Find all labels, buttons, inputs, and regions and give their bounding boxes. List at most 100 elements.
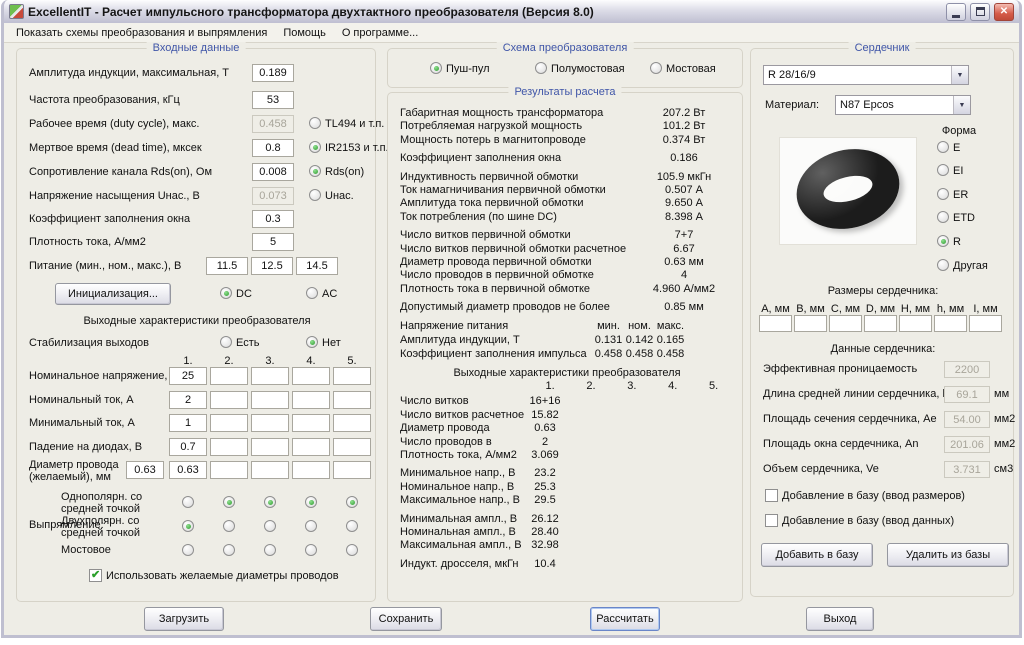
shape-option-radio-icon[interactable] [937, 188, 949, 200]
output-cell-input[interactable] [292, 414, 330, 432]
output-cell-input[interactable] [210, 414, 248, 432]
add-to-db-button[interactable]: Добавить в базу [761, 543, 873, 567]
title-bar[interactable]: ExcellentIT - Расчет импульсного трансфо… [4, 0, 1019, 23]
current-type-option[interactable]: DC [220, 287, 252, 300]
checkbox-icon[interactable] [765, 514, 778, 527]
rectification-option[interactable] [182, 496, 194, 509]
rectification-radio-icon[interactable] [264, 544, 276, 556]
driver-radio-option[interactable]: Uнас. [309, 189, 354, 202]
input-field[interactable]: 0.3 [252, 210, 294, 228]
rectification-radio-icon[interactable] [223, 544, 235, 556]
rectification-option[interactable] [305, 544, 317, 557]
init-button[interactable]: Инициализация... [55, 283, 171, 305]
rectification-radio-icon[interactable] [182, 544, 194, 556]
stabilization-option[interactable]: Есть [220, 336, 259, 349]
db-checkbox[interactable]: Добавление в базу (ввод данных) [765, 514, 954, 527]
rectification-option[interactable] [182, 520, 194, 533]
size-input[interactable] [794, 315, 827, 332]
scheme-option-radio-icon[interactable] [535, 62, 547, 74]
menu-item-2[interactable]: О программе... [334, 24, 426, 42]
menu-item-0[interactable]: Показать схемы преобразования и выпрямле… [8, 24, 275, 42]
supply-input[interactable]: 14.5 [296, 257, 338, 275]
rectification-radio-icon[interactable] [223, 520, 235, 532]
material-select[interactable]: N87 Epcos ▼ [835, 95, 971, 115]
rectification-option[interactable] [182, 544, 194, 557]
current-type-option-radio-icon[interactable] [306, 287, 318, 299]
rectification-radio-icon[interactable] [182, 520, 194, 532]
exit-button[interactable]: Выход [806, 607, 874, 631]
input-field[interactable]: 0.189 [252, 64, 294, 82]
input-field[interactable]: 53 [252, 91, 294, 109]
output-cell-input[interactable] [251, 414, 289, 432]
driver-radio-option-radio-icon[interactable] [309, 165, 321, 177]
driver-radio-option[interactable]: IR2153 и т.п. [309, 141, 389, 154]
rectification-option[interactable] [346, 496, 358, 509]
chevron-down-icon[interactable]: ▼ [953, 96, 970, 114]
driver-radio-option-radio-icon[interactable] [309, 141, 321, 153]
size-input[interactable] [969, 315, 1002, 332]
output-cell-input[interactable] [210, 438, 248, 456]
size-input[interactable] [759, 315, 792, 332]
use-diameters-checkbox[interactable]: Использовать желаемые диаметры проводов [89, 569, 339, 582]
output-cell-input[interactable] [251, 438, 289, 456]
checkbox-icon[interactable] [765, 489, 778, 502]
rectification-radio-icon[interactable] [305, 544, 317, 556]
rectification-option[interactable] [346, 544, 358, 557]
driver-radio-option-radio-icon[interactable] [309, 189, 321, 201]
shape-option-radio-icon[interactable] [937, 141, 949, 153]
output-cell-input[interactable]: 25 [169, 367, 207, 385]
rectification-radio-icon[interactable] [305, 496, 317, 508]
scheme-option[interactable]: Полумостовая [535, 62, 625, 75]
rectification-option[interactable] [305, 496, 317, 509]
stabilization-option-radio-icon[interactable] [306, 336, 318, 348]
rectification-radio-icon[interactable] [223, 496, 235, 508]
stabilization-option[interactable]: Нет [306, 336, 341, 349]
rectification-radio-icon[interactable] [346, 520, 358, 532]
menu-item-1[interactable]: Помощь [275, 24, 334, 42]
output-cell-input[interactable]: 0.63 [169, 461, 207, 479]
shape-option[interactable]: Другая [937, 259, 988, 272]
shape-option-radio-icon[interactable] [937, 235, 949, 247]
output-cell-input[interactable] [292, 391, 330, 409]
rectification-radio-icon[interactable] [305, 520, 317, 532]
shape-option[interactable]: EI [937, 164, 963, 177]
supply-input[interactable]: 12.5 [251, 257, 293, 275]
output-cell-input[interactable] [251, 461, 289, 479]
output-cell-input[interactable] [292, 438, 330, 456]
delete-from-db-button[interactable]: Удалить из базы [887, 543, 1009, 567]
rectification-radio-icon[interactable] [346, 496, 358, 508]
output-cell-input[interactable]: 0.63 [126, 461, 164, 479]
output-cell-input[interactable] [333, 461, 371, 479]
shape-option-radio-icon[interactable] [937, 259, 949, 271]
size-input[interactable] [864, 315, 897, 332]
close-button[interactable]: ✕ [994, 3, 1014, 21]
calculate-button[interactable]: Рассчитать [590, 607, 660, 631]
rectification-radio-icon[interactable] [346, 544, 358, 556]
output-cell-input[interactable] [333, 367, 371, 385]
output-cell-input[interactable] [333, 414, 371, 432]
shape-option-radio-icon[interactable] [937, 164, 949, 176]
rectification-option[interactable] [264, 544, 276, 557]
input-field[interactable]: 5 [252, 233, 294, 251]
core-select[interactable]: R 28/16/9 ▼ [763, 65, 969, 85]
scheme-option[interactable]: Пуш-пул [430, 62, 490, 75]
input-field[interactable]: 0.8 [252, 139, 294, 157]
scheme-option-radio-icon[interactable] [650, 62, 662, 74]
stabilization-option-radio-icon[interactable] [220, 336, 232, 348]
current-type-option[interactable]: AC [306, 287, 337, 300]
driver-radio-option[interactable]: TL494 и т.п. [309, 117, 384, 130]
rectification-radio-icon[interactable] [264, 520, 276, 532]
shape-option[interactable]: R [937, 235, 961, 248]
output-cell-input[interactable]: 1 [169, 414, 207, 432]
driver-radio-option-radio-icon[interactable] [309, 117, 321, 129]
output-cell-input[interactable] [251, 391, 289, 409]
size-input[interactable] [934, 315, 967, 332]
scheme-option[interactable]: Мостовая [650, 62, 716, 75]
shape-option[interactable]: E [937, 141, 960, 154]
output-cell-input[interactable] [210, 367, 248, 385]
supply-input[interactable]: 11.5 [206, 257, 248, 275]
rectification-option[interactable] [223, 520, 235, 533]
output-cell-input[interactable] [333, 391, 371, 409]
output-cell-input[interactable] [210, 391, 248, 409]
minimize-button[interactable] [946, 3, 966, 21]
